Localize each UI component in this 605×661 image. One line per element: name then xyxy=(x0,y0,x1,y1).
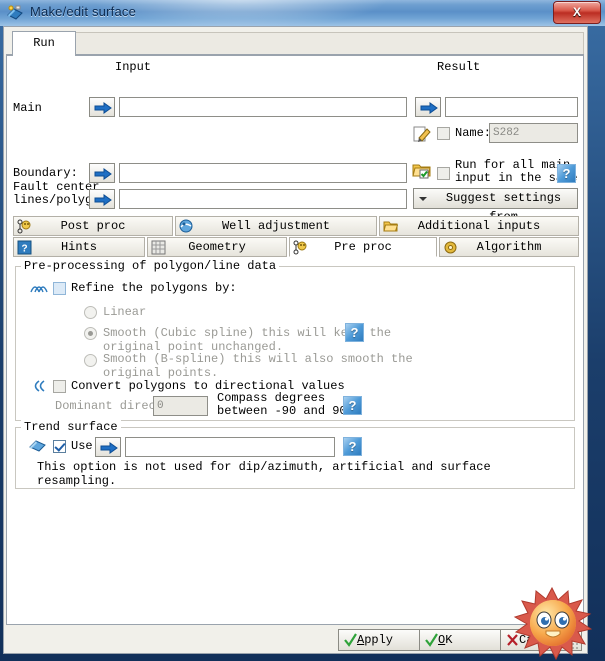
tab-post-proc[interactable]: Post proc xyxy=(13,216,173,236)
result-browse-button[interactable] xyxy=(415,97,441,117)
tab-hints[interactable]: ? Hints xyxy=(13,237,145,257)
refine-polygons-label: Refine the polygons by: xyxy=(71,281,237,295)
sun-face-watermark xyxy=(512,586,593,661)
folder-check-icon[interactable] xyxy=(412,161,431,179)
trend-help-question-icon[interactable]: ? xyxy=(343,437,362,456)
refine-waves-icon xyxy=(29,281,49,295)
trend-browse-button[interactable] xyxy=(95,437,121,457)
tab-algorithm[interactable]: Algorithm xyxy=(439,237,579,257)
svg-text:?: ? xyxy=(21,244,27,255)
tab-geometry-label: Geometry xyxy=(188,240,246,254)
window-root: Make/edit surface X Run Input Result Mai… xyxy=(0,0,605,661)
tab-geometry[interactable]: Geometry xyxy=(147,237,287,257)
surface-icon xyxy=(6,4,24,22)
tab-hints-label: Hints xyxy=(60,240,97,254)
label-boundary: Boundary: xyxy=(13,166,78,180)
compass-degrees-hint: Compass degrees between -90 and 90 xyxy=(217,391,347,418)
tab-run[interactable]: Run xyxy=(12,31,76,56)
outer-tabstrip-background xyxy=(74,32,584,55)
hints-help-icon: ? xyxy=(17,240,32,255)
well-adjustment-icon xyxy=(179,219,194,234)
arrow-right-icon xyxy=(420,102,438,114)
convert-help-question-icon[interactable]: ? xyxy=(343,396,362,415)
convert-waves-icon xyxy=(29,379,49,393)
trend-surface-icon xyxy=(29,438,47,454)
tab-additional-inputs-label: Additional inputs xyxy=(417,219,541,233)
tab-post-proc-label: Post proc xyxy=(60,219,126,233)
name-field[interactable] xyxy=(489,123,578,143)
title-bar: Make/edit surface X xyxy=(0,0,605,26)
suggest-settings-button[interactable]: Suggest settings from xyxy=(413,188,578,224)
arrow-right-icon xyxy=(94,168,112,180)
pre-proc-icon xyxy=(293,240,308,255)
trend-surface-group-title: Trend surface xyxy=(21,420,121,434)
pencil-edit-icon[interactable] xyxy=(413,125,431,143)
result-column-header: Result xyxy=(437,60,481,74)
label-fault-center-lines: Fault center lines/polygo xyxy=(13,180,100,207)
trend-surface-note: This option is not used for dip/azimuth,… xyxy=(37,460,491,488)
arrow-right-icon xyxy=(100,442,118,454)
main-input-browse-button[interactable] xyxy=(89,97,115,117)
option-linear-radio[interactable] xyxy=(84,306,97,319)
suggest-dropdown-arrow[interactable] xyxy=(414,189,432,208)
main-input-field[interactable] xyxy=(119,97,407,117)
trend-use-label: Use xyxy=(71,439,93,453)
convert-polygons-checkbox[interactable] xyxy=(53,380,66,393)
green-check-icon xyxy=(425,633,438,647)
trend-use-checkbox[interactable] xyxy=(53,440,66,453)
fault-lines-browse-button[interactable] xyxy=(89,189,115,209)
run-panel: Input Result Main Name: S282 Boundary: R… xyxy=(6,55,584,625)
help-question-icon[interactable]: ? xyxy=(557,164,576,183)
input-column-header: Input xyxy=(115,60,152,74)
apply-button[interactable]: Apply xyxy=(338,629,420,651)
grid-geometry-icon xyxy=(151,240,166,255)
refine-polygons-checkbox[interactable] xyxy=(53,282,66,295)
name-checkbox[interactable] xyxy=(437,127,450,140)
label-main: Main xyxy=(13,101,42,115)
close-button[interactable]: X xyxy=(553,1,601,24)
dominant-direction-field[interactable] xyxy=(153,396,208,416)
tab-algorithm-label: Algorithm xyxy=(476,240,542,254)
preprocessing-group-title: Pre-processing of polygon/line data xyxy=(21,259,280,273)
ok-button[interactable]: OK xyxy=(419,629,501,651)
label-name: Name: xyxy=(455,126,492,140)
post-proc-icon xyxy=(17,219,32,234)
option-linear-label: Linear xyxy=(103,305,147,319)
apply-rest: pply xyxy=(364,633,394,647)
window-title: Make/edit surface xyxy=(30,4,137,19)
tab-pre-proc-label: Pre proc xyxy=(334,240,392,254)
tab-additional-inputs[interactable]: Additional inputs xyxy=(379,216,579,236)
option-cubic-spline-radio[interactable] xyxy=(84,327,97,340)
algorithm-gear-icon xyxy=(443,240,458,255)
option-b-spline-radio[interactable] xyxy=(84,354,97,367)
run-all-checkbox[interactable] xyxy=(437,167,450,180)
refine-help-question-icon[interactable]: ? xyxy=(345,323,364,342)
ok-rest: K xyxy=(445,633,453,647)
green-check-icon xyxy=(344,633,357,647)
result-field[interactable] xyxy=(445,97,578,117)
arrow-right-icon xyxy=(94,194,112,206)
option-b-spline-label: Smooth (B-spline) this will also smooth … xyxy=(103,352,413,380)
tab-pre-proc[interactable]: Pre proc xyxy=(289,237,437,257)
folder-open-icon xyxy=(383,219,399,234)
trend-surface-field[interactable] xyxy=(125,437,335,457)
client-area: Run Input Result Main Name: S282 Boundar… xyxy=(3,26,588,654)
arrow-right-icon xyxy=(94,102,112,114)
dialog-button-bar: Apply OK Cancel xyxy=(6,627,584,653)
fault-lines-input-field[interactable] xyxy=(119,189,407,209)
boundary-input-field[interactable] xyxy=(119,163,407,183)
tab-well-adjustment-label: Well adjustment xyxy=(221,219,331,233)
tab-well-adjustment[interactable]: Well adjustment xyxy=(175,216,377,236)
